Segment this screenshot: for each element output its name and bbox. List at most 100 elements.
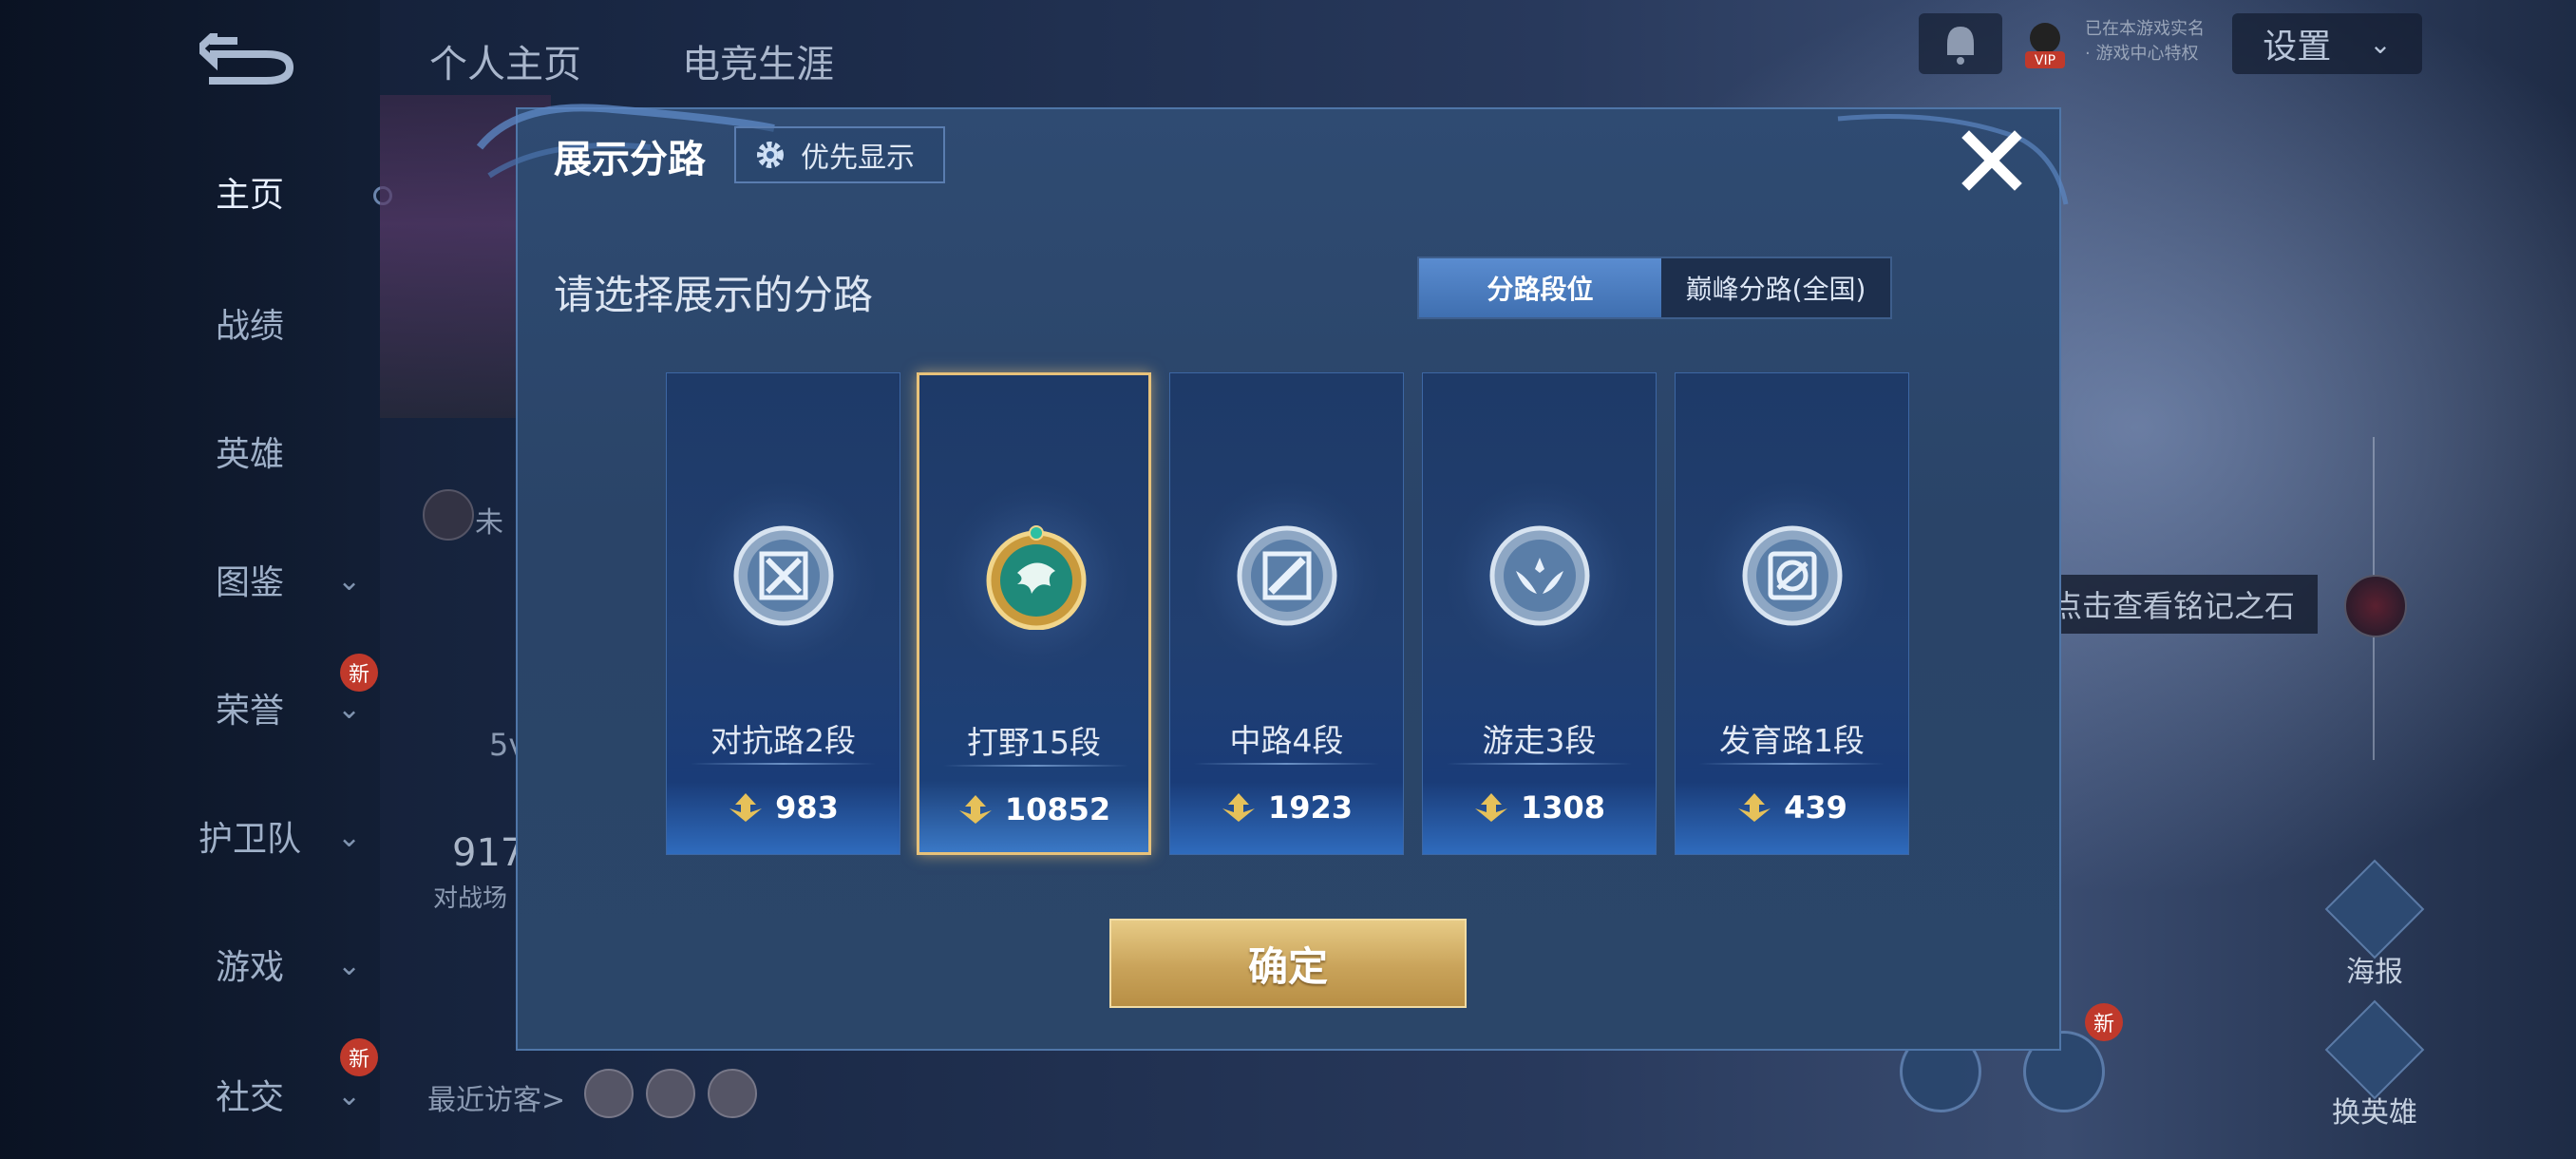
score-emblem-icon [1222, 793, 1255, 822]
card-divider [1447, 763, 1632, 765]
card-divider [1699, 763, 1885, 765]
lane-score-value: 1308 [1520, 789, 1606, 826]
chevron-down-icon: ⌄ [337, 821, 362, 854]
chevron-down-icon: ⌄ [2369, 28, 2392, 60]
switch-hero-button[interactable]: 换英雄 [2322, 999, 2427, 1130]
nav-item-home[interactable]: 主页 [142, 163, 361, 220]
new-badge: 新 [2085, 1003, 2123, 1041]
score-emblem-icon [1474, 793, 1507, 822]
nav-item-heroes[interactable]: 英雄 [142, 423, 361, 480]
settings-label: 设置 [2263, 28, 2332, 66]
score-emblem-icon [1738, 793, 1771, 822]
lane-card-mid[interactable]: 中路4段 1923 [1169, 372, 1404, 855]
tab-profile[interactable]: 个人主页 [429, 33, 581, 88]
gear-icon [757, 142, 784, 168]
lane-card-farm[interactable]: 发育路1段 439 [1675, 372, 1909, 855]
lane-score: 983 [667, 789, 900, 826]
nav-item-label: 游戏 [215, 948, 284, 987]
match-count: 917 [452, 831, 525, 875]
switch-hero-icon [2324, 999, 2425, 1100]
card-divider [691, 763, 876, 765]
switch-hero-label: 换英雄 [2332, 1096, 2417, 1130]
realname-line: 已在本游戏实名 [2085, 19, 2205, 39]
nav-item-record[interactable]: 战绩 [142, 294, 361, 352]
visitor-avatar[interactable] [646, 1069, 695, 1118]
side-navigation: 主页 战绩 英雄 图鉴 ⌄ 荣誉 ⌄ 新 护卫队 ⌄ 游戏 ⌄ 社交 ⌄ 新 [0, 0, 392, 1159]
nav-item-honor[interactable]: 荣誉 ⌄ [142, 679, 361, 736]
vip-badge-text: VIP [2035, 53, 2055, 68]
recent-visitors-link[interactable]: 最近访客> [427, 1076, 565, 1118]
score-emblem-icon [958, 795, 992, 824]
nav-item-games[interactable]: 游戏 ⌄ [142, 936, 361, 993]
confirm-button[interactable]: 确定 [1109, 919, 1467, 1008]
nav-item-label: 荣誉 [215, 692, 284, 731]
chevron-down-icon: ⌄ [337, 564, 362, 598]
realname-status: 已在本游戏实名 · 游戏中心特权 [2085, 17, 2205, 66]
poster-label: 海报 [2346, 956, 2403, 989]
dialog-title: 展示分路 [554, 138, 706, 181]
back-arrow-icon[interactable] [199, 33, 304, 90]
new-badge: 新 [340, 1038, 378, 1076]
visitor-avatar[interactable] [584, 1069, 634, 1118]
lane-card-roam[interactable]: 游走3段 1308 [1422, 372, 1657, 855]
lane-score-value: 983 [775, 789, 839, 826]
inscription-hint[interactable]: 点击查看铭记之石 [2033, 575, 2318, 634]
jungle-dragon-icon [986, 525, 1087, 630]
lane-score: 439 [1676, 789, 1908, 826]
score-emblem-icon [729, 793, 763, 822]
priority-display-label: 优先显示 [801, 142, 915, 175]
lane-rank-label: 中路4段 [1229, 722, 1344, 759]
lane-card-clash[interactable]: 对抗路2段 983 [666, 372, 900, 855]
status-text: 未 [475, 506, 503, 540]
lane-rank-label: 打野15段 [967, 724, 1101, 761]
tab-lane-rank[interactable]: 分路段位 [1419, 258, 1661, 317]
chevron-down-icon: ⌄ [337, 693, 362, 726]
mid-lane-icon [1237, 525, 1337, 626]
poster-button[interactable]: 海报 [2322, 859, 2427, 990]
lane-score-value: 439 [1784, 789, 1847, 826]
lane-score: 10852 [919, 791, 1148, 827]
lane-score: 1923 [1170, 789, 1403, 826]
chevron-down-icon: ⌄ [337, 1079, 362, 1112]
nav-item-codex[interactable]: 图鉴 ⌄ [142, 551, 361, 608]
nav-item-label: 护卫队 [198, 820, 301, 859]
card-divider [1194, 763, 1379, 765]
vip-badge-icon[interactable]: VIP [2021, 19, 2069, 71]
tab-esports-career[interactable]: 电竞生涯 [682, 33, 834, 88]
display-lane-dialog: 展示分路 优先显示 请选择展示的分路 分路段位 巅峰分路(全国) 对抗路2段 9… [476, 104, 2069, 1051]
match-count-label: 对战场 [433, 884, 508, 913]
priority-display-button[interactable]: 优先显示 [734, 126, 945, 183]
lane-score: 1308 [1423, 789, 1656, 826]
mute-icon [423, 489, 474, 541]
lane-score-value: 10852 [1004, 791, 1111, 827]
settings-dropdown[interactable]: 设置 ⌄ [2232, 13, 2422, 74]
nav-item-social[interactable]: 社交 ⌄ [142, 1066, 361, 1123]
notification-bell-icon[interactable] [1919, 13, 2002, 74]
lane-score-value: 1923 [1267, 789, 1354, 826]
lane-rank-label: 发育路1段 [1719, 722, 1865, 759]
header-swirl-decoration [1837, 114, 2069, 205]
clash-lane-icon [733, 525, 834, 626]
chevron-down-icon: ⌄ [337, 949, 362, 982]
card-divider [943, 765, 1128, 767]
lane-rank-label: 游走3段 [1482, 722, 1597, 759]
farm-lane-icon [1742, 525, 1843, 626]
privilege-line: · 游戏中心特权 [2085, 44, 2199, 64]
nav-item-label: 图鉴 [215, 563, 284, 602]
tab-peak-lane-national[interactable]: 巅峰分路(全国) [1661, 258, 1890, 317]
lane-tab-switch: 分路段位 巅峰分路(全国) [1417, 256, 1892, 319]
lane-rank-label: 对抗路2段 [710, 722, 856, 759]
close-icon[interactable] [1954, 123, 2030, 199]
nav-item-label: 英雄 [215, 435, 284, 474]
nav-item-label: 战绩 [215, 307, 284, 346]
new-badge: 新 [340, 654, 378, 692]
inscription-stone-icon[interactable] [2344, 575, 2407, 637]
lane-card-jungle[interactable]: 打野15段 10852 [917, 372, 1151, 855]
nav-item-guard[interactable]: 护卫队 ⌄ [142, 808, 361, 864]
nav-item-label: 社交 [215, 1078, 284, 1117]
poster-icon [2324, 859, 2425, 960]
visitor-avatar[interactable] [708, 1069, 757, 1118]
nav-item-label: 主页 [215, 176, 284, 215]
roam-wings-icon [1489, 525, 1590, 626]
select-lane-prompt: 请选择展示的分路 [554, 272, 874, 318]
